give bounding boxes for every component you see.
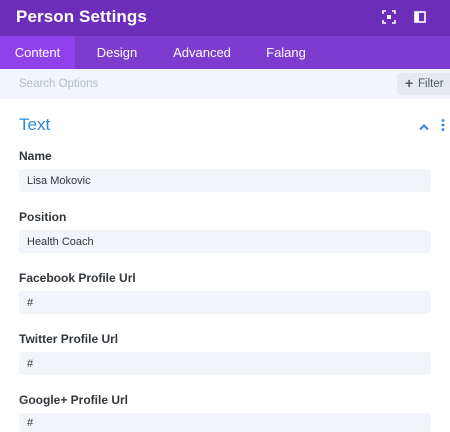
tab-advanced[interactable]: Advanced [164, 36, 240, 69]
tab-falang[interactable]: Falang [256, 36, 316, 69]
search-input[interactable] [0, 69, 390, 99]
name-field[interactable] [19, 169, 431, 192]
google-plus-url-field[interactable] [19, 413, 431, 432]
facebook-url-field[interactable] [19, 291, 431, 314]
plus-icon: + [405, 75, 414, 91]
position-label: Position [19, 210, 67, 224]
tab-content[interactable]: Content [0, 36, 75, 69]
google-plus-url-label: Google+ Profile Url [19, 393, 129, 407]
facebook-url-label: Facebook Profile Url [19, 271, 136, 285]
position-field[interactable] [19, 230, 431, 253]
chevron-up-icon[interactable] [418, 119, 430, 131]
modal-title: Person Settings [16, 7, 147, 26]
twitter-url-field[interactable] [19, 352, 431, 375]
modal-header: Person Settings [0, 0, 450, 36]
tab-design[interactable]: Design [80, 36, 154, 69]
expand-icon[interactable] [381, 9, 397, 25]
split-view-icon[interactable] [412, 9, 428, 25]
name-label: Name [19, 149, 52, 163]
more-options-icon[interactable] [440, 118, 446, 132]
twitter-url-label: Twitter Profile Url [19, 332, 119, 346]
tab-bar: Content Design Advanced Falang [0, 36, 450, 69]
filter-label: Filter [418, 78, 444, 90]
search-bar: + Filter [0, 69, 450, 99]
filter-button[interactable]: + Filter [397, 73, 450, 95]
section-title: Text [19, 115, 51, 134]
